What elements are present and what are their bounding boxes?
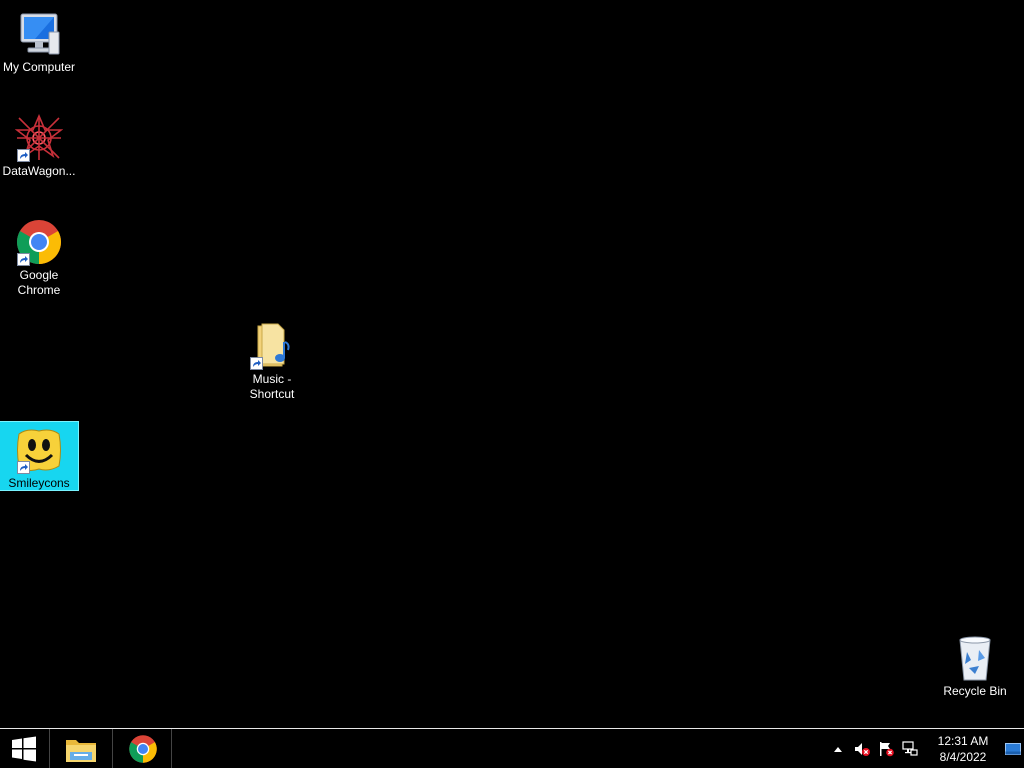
chrome-icon bbox=[15, 218, 63, 266]
start-icon bbox=[12, 736, 36, 761]
show-hidden-icons-icon bbox=[834, 746, 842, 752]
desktop-icon-label: Recycle Bin bbox=[943, 684, 1007, 698]
desktop-icon-recycle-bin[interactable]: Recycle Bin bbox=[936, 630, 1014, 702]
computer-icon bbox=[15, 10, 63, 58]
desktop-icon-datawagon[interactable]: DataWagon... bbox=[0, 110, 78, 182]
taskbar-clock[interactable]: 12:31 AM 8/4/2022 bbox=[928, 733, 998, 765]
taskbar: 12:31 AM 8/4/2022 bbox=[0, 728, 1024, 768]
show-desktop-button[interactable] bbox=[1002, 729, 1024, 768]
desktop-icon-label: Smileycons bbox=[8, 476, 70, 490]
show-hidden-icons-button[interactable] bbox=[830, 741, 846, 757]
network-icon bbox=[902, 740, 918, 756]
desktop-icon-label: Google Chrome bbox=[17, 268, 61, 297]
shortcut-arrow-icon bbox=[250, 357, 263, 370]
music-folder-icon bbox=[248, 322, 296, 370]
datawagon-icon bbox=[14, 113, 64, 162]
desktop-icon-my-computer[interactable]: My Computer bbox=[0, 6, 78, 78]
recycle-bin-icon bbox=[951, 634, 999, 682]
action-center-flag-icon bbox=[880, 741, 894, 756]
file-explorer-icon bbox=[66, 739, 96, 762]
shortcut-arrow-icon bbox=[17, 149, 30, 162]
desktop-icon-label: Music - Shortcut bbox=[249, 372, 295, 401]
volume-muted-icon bbox=[855, 742, 870, 756]
desktop-icon-google-chrome[interactable]: Google Chrome bbox=[0, 214, 78, 300]
volume-button[interactable] bbox=[854, 741, 870, 757]
system-tray: 12:31 AM 8/4/2022 bbox=[826, 729, 1024, 768]
desktop-icon-label: DataWagon... bbox=[2, 164, 76, 178]
show-desktop-icon bbox=[1005, 742, 1021, 755]
clock-date: 8/4/2022 bbox=[939, 749, 987, 764]
chrome-icon bbox=[128, 734, 157, 763]
start-button[interactable] bbox=[0, 729, 48, 768]
shortcut-arrow-icon bbox=[17, 461, 30, 474]
clock-time: 12:31 AM bbox=[937, 733, 989, 748]
desktop-icon-music-shortcut[interactable]: Music - Shortcut bbox=[233, 318, 311, 404]
network-button[interactable] bbox=[902, 740, 918, 757]
desktop-icon-label: My Computer bbox=[2, 60, 76, 74]
desktop: My Computer DataWagon... Google Chrome M… bbox=[0, 0, 1024, 728]
shortcut-arrow-icon bbox=[17, 253, 30, 266]
taskbar-file-explorer-button[interactable] bbox=[49, 729, 113, 768]
smiley-icon bbox=[15, 426, 63, 474]
taskbar-chrome-button[interactable] bbox=[114, 729, 172, 768]
desktop-icon-smileycons[interactable]: Smileycons bbox=[0, 421, 79, 491]
action-center-button[interactable] bbox=[878, 741, 894, 757]
